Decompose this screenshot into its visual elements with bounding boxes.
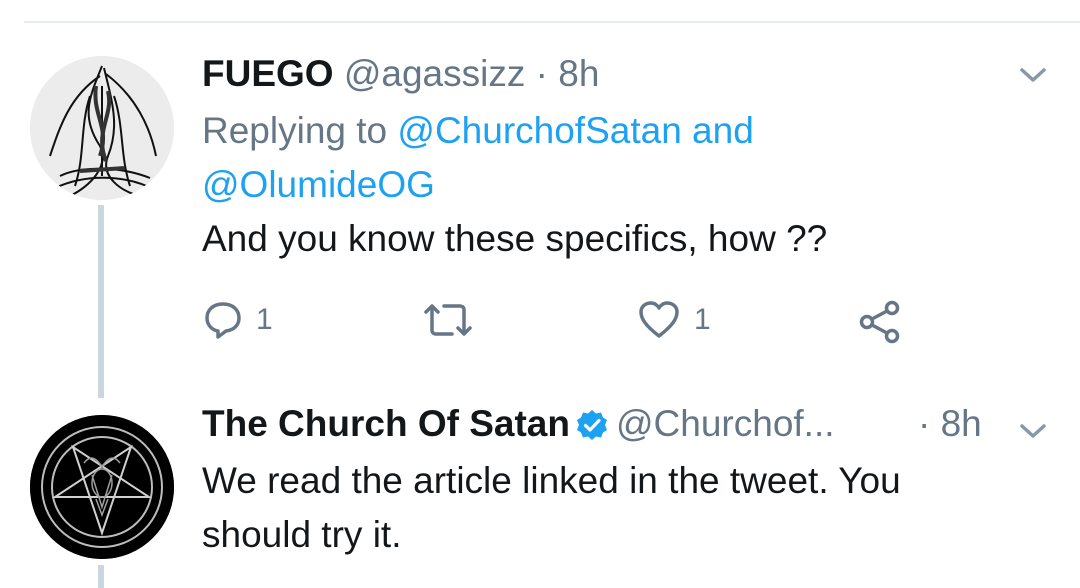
user-handle[interactable]: @agassizz xyxy=(344,53,526,94)
mention-churchofsatan[interactable]: @ChurchofSatan xyxy=(397,110,681,151)
tweet-2-text-line-1: We read the article linked in the tweet.… xyxy=(202,460,901,501)
chevron-down-icon xyxy=(1020,424,1046,438)
retweet-icon xyxy=(424,304,472,336)
reply-icon xyxy=(205,302,241,339)
thread-connector-continuation xyxy=(98,565,104,588)
display-name[interactable]: The Church Of Satan xyxy=(202,403,570,444)
retweet-button[interactable] xyxy=(422,300,488,340)
mention-joiner: and xyxy=(681,110,754,151)
share-button[interactable] xyxy=(858,300,902,344)
timestamp[interactable]: 8h xyxy=(941,403,982,444)
tweet-1-menu[interactable] xyxy=(1018,62,1048,93)
like-button[interactable]: 1 xyxy=(638,300,711,340)
mention-olumideog[interactable]: @OlumideOG xyxy=(202,164,435,205)
tweet-2[interactable]: The Church Of Satan @Churchof... · 8h We … xyxy=(202,402,1042,560)
verified-badge-icon xyxy=(576,407,608,451)
replying-to-prefix: Replying to xyxy=(202,110,398,151)
tweet-2-time-group: · 8h xyxy=(918,402,982,446)
tweet-1-actions: 1 1 xyxy=(204,300,924,350)
tweet-2-text: We read the article linked in the tweet.… xyxy=(202,456,1042,560)
tweet-2-text-line-2: should try it. xyxy=(202,514,402,555)
heart-icon xyxy=(639,301,679,338)
chevron-down-icon xyxy=(1020,68,1046,82)
tweet-2-menu[interactable] xyxy=(1018,418,1048,449)
sigil-of-baphomet-logo xyxy=(30,415,174,559)
tweet-2-header: The Church Of Satan @Churchof... · 8h xyxy=(202,402,1042,450)
thread-connector xyxy=(98,205,104,398)
time-separator: · xyxy=(525,53,559,94)
top-divider xyxy=(24,21,1080,23)
avatar-image xyxy=(30,56,174,200)
reply-count: 1 xyxy=(256,303,273,336)
avatar-church-of-satan[interactable] xyxy=(30,415,174,559)
tweet-1-header: FUEGO @agassizz · 8h xyxy=(202,52,1042,96)
share-icon xyxy=(859,300,900,344)
time-separator: · xyxy=(918,403,941,444)
avatar-fuego[interactable] xyxy=(30,56,174,200)
like-count: 1 xyxy=(694,303,711,336)
tweet-1[interactable]: FUEGO @agassizz · 8h Replying to @Church… xyxy=(202,52,1042,264)
display-name[interactable]: FUEGO xyxy=(202,53,334,94)
timestamp[interactable]: 8h xyxy=(558,53,599,94)
user-handle[interactable]: @Churchof... xyxy=(616,403,835,444)
tweet-1-text: And you know these specifics, how ?? xyxy=(202,218,828,259)
replying-to-line-2: @OlumideOG xyxy=(202,162,1042,208)
replying-to: Replying to @ChurchofSatan and xyxy=(202,108,1042,154)
reply-button[interactable]: 1 xyxy=(204,300,273,340)
